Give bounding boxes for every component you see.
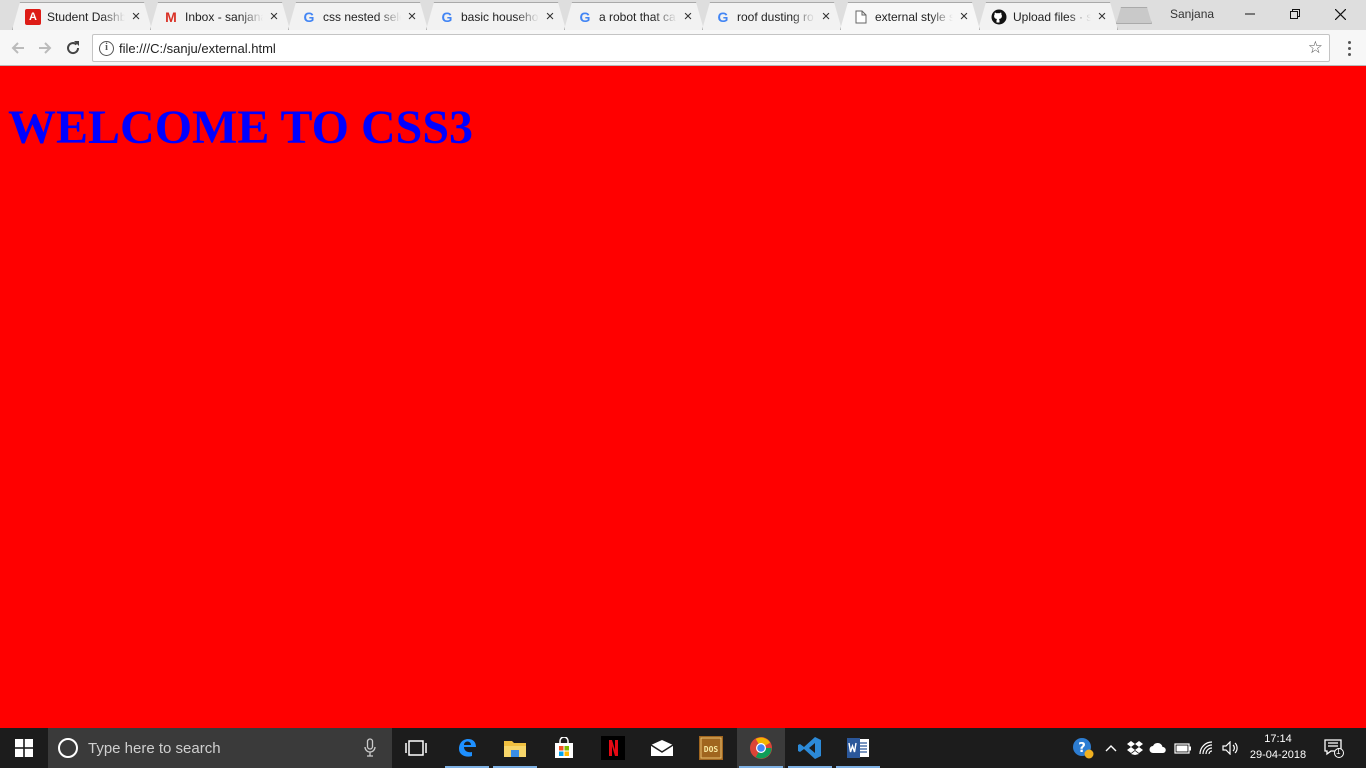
- clock-date: 29-04-2018: [1249, 749, 1307, 761]
- page-heading: WELCOME TO CSS3: [8, 101, 474, 154]
- tab-upload-files[interactable]: Upload files · s ×: [978, 2, 1118, 30]
- show-hidden-icons-chevron-icon[interactable]: [1101, 738, 1121, 758]
- new-tab-button[interactable]: [1116, 7, 1152, 24]
- tab-title: Upload files · s: [1013, 9, 1091, 24]
- bookmark-star-icon[interactable]: ☆: [1308, 38, 1323, 58]
- dropbox-icon[interactable]: [1125, 738, 1145, 758]
- taskbar-search-box[interactable]: Type here to search: [48, 728, 392, 768]
- word-icon: [847, 738, 869, 758]
- clock-time: 17:14: [1264, 733, 1292, 745]
- close-icon: [1335, 8, 1346, 20]
- url-text[interactable]: file:///C:/sanju/external.html: [119, 41, 276, 56]
- address-bar[interactable]: i file:///C:/sanju/external.html ☆: [92, 34, 1330, 62]
- profile-name[interactable]: Sanjana: [1170, 7, 1214, 21]
- tab-close-icon[interactable]: ×: [819, 10, 833, 24]
- minimize-icon: [1244, 13, 1255, 15]
- windows-logo-icon: [15, 739, 33, 757]
- github-icon: [991, 9, 1007, 25]
- taskbar-vscode[interactable]: [786, 728, 834, 768]
- tab-title: roof dusting ro: [737, 9, 814, 24]
- tab-basic-household[interactable]: G basic househol ×: [426, 2, 566, 30]
- tab-close-icon[interactable]: ×: [543, 10, 557, 24]
- mail-icon: [650, 740, 674, 756]
- tab-close-icon[interactable]: ×: [1095, 10, 1109, 24]
- minimize-button[interactable]: [1227, 0, 1272, 28]
- help-icon[interactable]: ?: [1071, 736, 1095, 760]
- tab-close-icon[interactable]: ×: [957, 10, 971, 24]
- taskbar-chrome[interactable]: [737, 728, 785, 768]
- start-button[interactable]: [0, 728, 48, 768]
- tab-title: css nested sele: [323, 9, 401, 24]
- tab-roof-dusting[interactable]: G roof dusting ro ×: [702, 2, 842, 30]
- reload-button[interactable]: [61, 36, 85, 60]
- store-icon: [555, 737, 573, 758]
- browser-menu-icon[interactable]: [1340, 36, 1358, 60]
- forward-button[interactable]: [33, 36, 57, 60]
- tab-student-dashboard[interactable]: A Student Dashb ×: [12, 2, 152, 30]
- restore-icon: [1289, 9, 1300, 19]
- forward-arrow-icon: [39, 42, 52, 54]
- vscode-icon: [798, 737, 821, 759]
- volume-icon[interactable]: [1221, 738, 1241, 758]
- angular-icon: A: [25, 9, 41, 25]
- tab-close-icon[interactable]: ×: [267, 10, 281, 24]
- tab-strip: A Student Dashb × M Inbox - sanjana × G …: [0, 0, 1366, 30]
- restore-button[interactable]: [1272, 0, 1317, 28]
- tab-title: Student Dashb: [47, 9, 125, 24]
- taskbar-dosbox[interactable]: DOS: [687, 728, 735, 768]
- info-icon[interactable]: i: [99, 41, 114, 56]
- edge-icon: [459, 739, 476, 757]
- google-icon: G: [303, 8, 315, 25]
- folder-icon: [504, 741, 526, 757]
- svg-text:DOS: DOS: [704, 745, 719, 754]
- taskbar-mail[interactable]: [638, 728, 686, 768]
- taskbar-edge[interactable]: [443, 728, 491, 768]
- tab-close-icon[interactable]: ×: [681, 10, 695, 24]
- cortana-icon: [58, 738, 78, 758]
- notification-icon: [1324, 739, 1344, 758]
- taskbar: Type here to search DOS ? 17:14 29-04-20…: [0, 728, 1366, 768]
- tab-close-icon[interactable]: ×: [129, 10, 143, 24]
- close-window-button[interactable]: [1318, 0, 1363, 28]
- battery-icon[interactable]: [1173, 738, 1193, 758]
- tab-title: Inbox - sanjana: [185, 9, 263, 24]
- tab-inbox[interactable]: M Inbox - sanjana ×: [150, 2, 290, 30]
- browser-toolbar: i file:///C:/sanju/external.html ☆: [0, 30, 1366, 66]
- google-icon: G: [441, 8, 453, 25]
- tab-robot[interactable]: G a robot that ca ×: [564, 2, 704, 30]
- chrome-icon: [750, 737, 772, 759]
- taskbar-netflix[interactable]: [589, 728, 637, 768]
- tab-css-nested-selectors[interactable]: G css nested sele ×: [288, 2, 428, 30]
- gmail-icon: M: [165, 8, 177, 25]
- wifi-icon[interactable]: [1198, 738, 1218, 758]
- onedrive-cloud-icon[interactable]: [1148, 738, 1168, 758]
- google-icon: G: [717, 8, 729, 25]
- netflix-icon: [601, 736, 625, 760]
- reload-icon: [67, 41, 80, 55]
- back-button[interactable]: [6, 36, 30, 60]
- microphone-icon[interactable]: [364, 738, 376, 758]
- tab-title: basic househol: [461, 9, 539, 24]
- taskbar-task-view[interactable]: [392, 728, 440, 768]
- taskbar-store[interactable]: [540, 728, 588, 768]
- dosbox-icon: DOS: [699, 736, 723, 760]
- action-center-button[interactable]: 1: [1322, 738, 1346, 758]
- document-icon: [853, 9, 869, 25]
- tab-close-icon[interactable]: ×: [405, 10, 419, 24]
- notification-count: 1: [1336, 747, 1341, 756]
- taskbar-word[interactable]: [834, 728, 882, 768]
- tab-title: external style s: [875, 9, 953, 24]
- tab-external-style-sheet[interactable]: external style s ×: [840, 2, 980, 30]
- page-viewport: WELCOME TO CSS3: [0, 66, 1366, 728]
- tab-title: a robot that ca: [599, 9, 676, 24]
- search-placeholder: Type here to search: [88, 740, 221, 757]
- taskbar-file-explorer[interactable]: [491, 728, 539, 768]
- taskbar-clock[interactable]: 17:14 29-04-2018: [1244, 731, 1312, 763]
- task-view-icon: [405, 740, 427, 756]
- back-arrow-icon: [11, 42, 24, 54]
- google-icon: G: [579, 8, 591, 25]
